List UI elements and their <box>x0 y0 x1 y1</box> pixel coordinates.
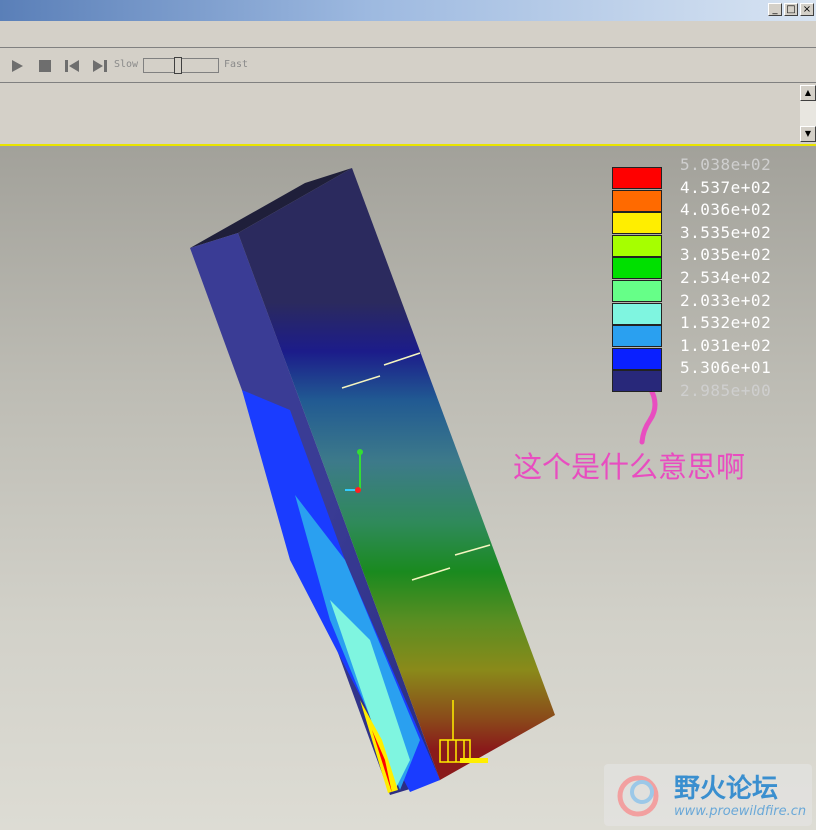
legend-value: 5.306e+01 <box>680 358 772 378</box>
legend-swatch <box>612 212 662 235</box>
legend-value: 4.537e+02 <box>680 177 772 197</box>
watermark-logo-icon <box>617 775 659 817</box>
watermark-url: www.proewildfire.cn <box>674 804 807 819</box>
stress-model[interactable] <box>0 0 816 830</box>
legend-swatch <box>612 167 662 189</box>
legend-swatch <box>612 280 662 302</box>
legend-value: 5.038e+02 <box>680 155 772 174</box>
legend-value: 4.036e+02 <box>680 200 772 220</box>
legend-swatch <box>612 302 662 325</box>
legend-value: 3.035e+02 <box>680 245 772 265</box>
legend-swatch <box>612 257 662 280</box>
legend-swatch <box>612 347 662 370</box>
legend-value: 2.985e+00 <box>680 381 772 400</box>
legend-value: 3.535e+02 <box>680 222 772 242</box>
legend-value: 1.532e+02 <box>680 313 772 333</box>
annotation-text: 这个是什么意思啊 <box>513 450 746 484</box>
legend-swatch <box>612 234 662 257</box>
legend-value: 2.033e+02 <box>680 290 772 310</box>
watermark-title: 野火论坛 <box>674 774 779 804</box>
legend-swatch <box>612 325 662 348</box>
legend-value: 1.031e+02 <box>680 335 772 355</box>
legend-value: 2.534e+02 <box>680 268 772 287</box>
legend-swatch <box>612 189 662 212</box>
watermark: 野火论坛 www.proewildfire.cn <box>604 764 812 826</box>
legend-swatch <box>612 370 662 393</box>
